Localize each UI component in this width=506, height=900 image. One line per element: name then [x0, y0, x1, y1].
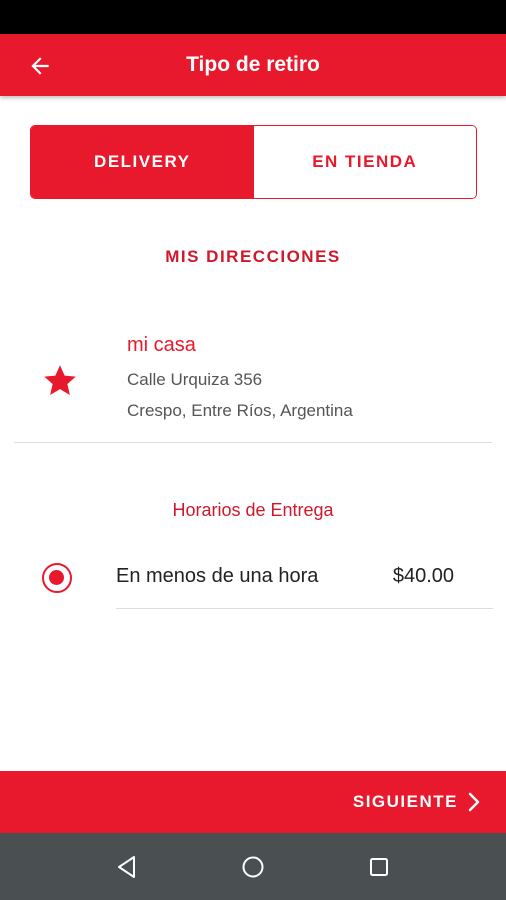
address-item[interactable]: mi casa Calle Urquiza 356 Crespo, Entre … [14, 330, 492, 443]
back-button[interactable] [22, 48, 58, 84]
tab-delivery[interactable]: DELIVERY [31, 126, 254, 198]
nav-recents-icon[interactable] [366, 854, 392, 880]
addresses-heading: MIS DIRECCIONES [165, 247, 341, 266]
nav-back-icon[interactable] [114, 854, 140, 880]
delivery-option-label: En menos de una hora [116, 565, 319, 587]
delivery-option-price: $40.00 [392, 565, 454, 587]
radio-selected-dot [49, 570, 64, 585]
next-button[interactable]: SIGUIENTE [353, 771, 480, 833]
delivery-option-radio[interactable] [42, 563, 72, 593]
chevron-right-icon [468, 792, 480, 812]
tab-en-tienda[interactable]: EN TIENDA [253, 126, 476, 198]
delivery-option[interactable]: En menos de una hora $40.00 [0, 550, 506, 610]
next-button-label: SIGUIENTE [352, 792, 458, 811]
status-bar [0, 0, 506, 34]
arrow-left-icon [31, 57, 49, 75]
address-name: mi casa [127, 334, 196, 356]
divider [116, 608, 493, 609]
star-icon [44, 365, 76, 395]
nav-home-icon[interactable] [240, 854, 266, 880]
address-city: Crespo, Entre Ríos, Argentina [127, 401, 353, 420]
delivery-hours-heading: Horarios de Entrega [172, 500, 334, 520]
page-title: Tipo de retiro [186, 53, 320, 76]
bottom-action-bar: SIGUIENTE [0, 771, 506, 833]
pickup-type-selector: DELIVERY EN TIENDA [30, 125, 477, 199]
address-street: Calle Urquiza 356 [127, 370, 263, 389]
app-bar: Tipo de retiro [0, 34, 506, 96]
system-nav-bar [0, 833, 506, 900]
